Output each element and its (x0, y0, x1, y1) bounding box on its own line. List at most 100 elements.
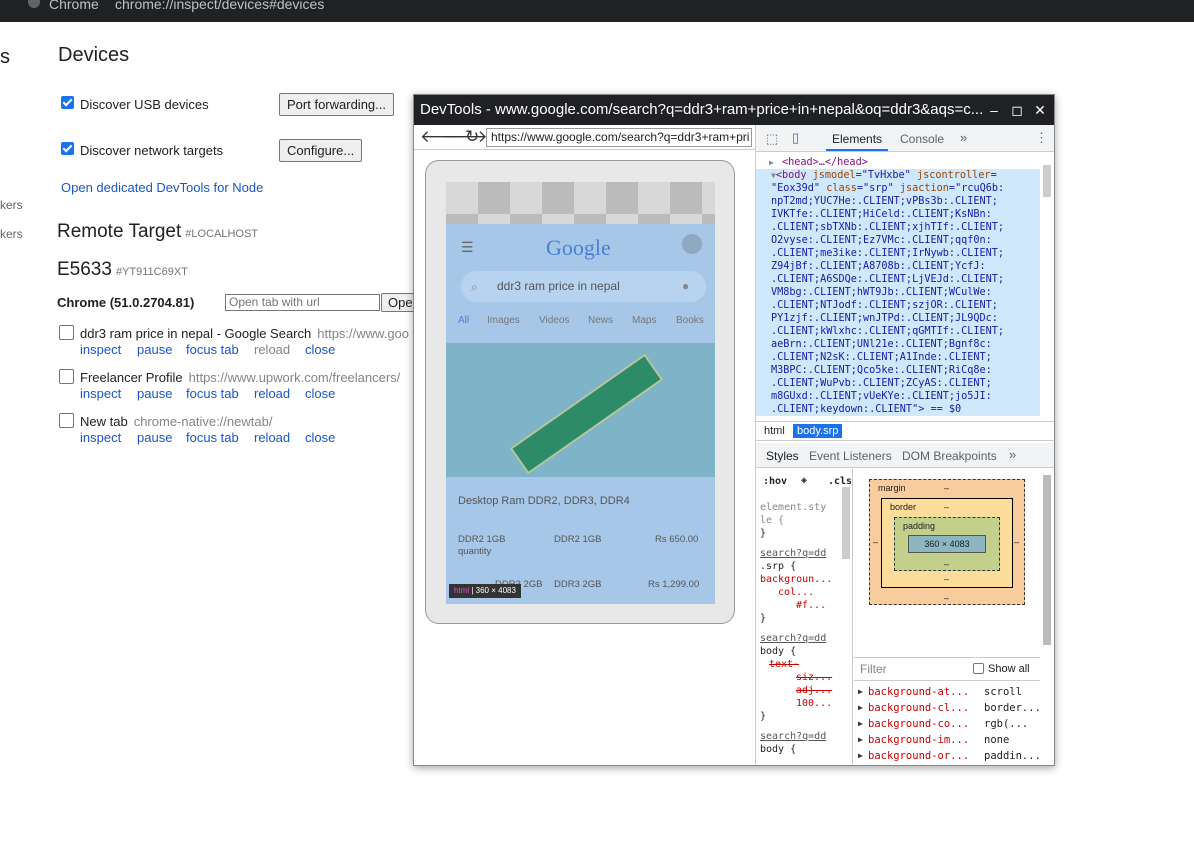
more-tabs-icon[interactable]: » (960, 130, 967, 145)
style-line: siz... (796, 672, 833, 683)
show-all-checkbox[interactable] (973, 663, 984, 674)
tab-event-listeners[interactable]: Event Listeners (809, 449, 892, 463)
computed-styles[interactable]: ▶ background-at... scroll ▶ background-cl...… (854, 682, 1041, 765)
box-model: margin – – – – border – – padding – 360 … (854, 469, 1040, 657)
dom-line: .CLIENT;kWlxhc:.CLIENT;qGMTIf:.CLIENT; (771, 326, 1005, 337)
expand-icon[interactable]: ▶ (858, 700, 863, 716)
remote-target-title: Remote Target (57, 221, 182, 242)
tab-styles[interactable]: Styles (766, 449, 799, 463)
kebab-menu-icon[interactable]: ⋮ (1035, 130, 1048, 146)
box-border-label: border (890, 502, 917, 512)
dom-attr-value: "TvHxbe" (861, 170, 911, 181)
reload-link[interactable]: reload (254, 342, 290, 357)
port-forwarding-button[interactable]: Port forwarding... (279, 93, 394, 116)
discover-network-checkbox[interactable] (61, 142, 74, 155)
computed-property: background-im... (868, 734, 970, 746)
inspect-link[interactable]: inspect (80, 386, 121, 401)
mobile-tab-images: Images (487, 315, 520, 326)
tab-dom-breakpoints[interactable]: DOM Breakpoints (902, 449, 997, 463)
expand-icon[interactable]: ▶ (858, 732, 863, 748)
dom-attr: jscontroller (916, 170, 991, 181)
hov-toggle[interactable]: :hov (763, 475, 787, 488)
pause-link[interactable]: pause (137, 342, 172, 357)
remote-target-heading: Remote Target #LOCALHOST (57, 221, 258, 243)
style-line: body { (760, 744, 797, 755)
maximize-icon[interactable]: ◻ (1006, 95, 1028, 125)
inspect-element-icon[interactable]: ⬚ (766, 131, 778, 147)
devtools-title: DevTools - www.google.com/search?q=ddr3+… (420, 101, 984, 118)
device-screen[interactable]: ☰ Google ddr3 ram price in nepal ⌕ ● All… (446, 182, 715, 604)
list-item: Freelancer Profile https://www.upwork.com… (80, 370, 400, 385)
sidebar-cut-label[interactable]: kers (0, 198, 23, 212)
devtools-panel: ⬚ ▯ Elements Console » ⋮ ▶ <head>…</head… (755, 125, 1054, 765)
computed-value: border... (984, 702, 1041, 714)
crumb-html[interactable]: html (760, 424, 789, 438)
computed-filter-input[interactable]: Filter Show all (854, 657, 1040, 681)
minimize-icon[interactable]: – (983, 95, 1005, 125)
computed-scrollbar[interactable] (1043, 475, 1051, 645)
pause-link[interactable]: pause (137, 386, 172, 401)
reload-link[interactable]: reload (254, 386, 290, 401)
dom-attr: jsaction (899, 183, 949, 194)
computed-property: background-cl... (868, 702, 970, 714)
focus-tab-link[interactable]: focus tab (186, 342, 239, 357)
style-line: col... (778, 587, 815, 598)
close-link[interactable]: close (305, 386, 335, 401)
breadcrumb: html body.srp (756, 421, 1054, 441)
devtools-window: DevTools - www.google.com/search?q=ddr3+… (413, 94, 1055, 766)
reload-icon[interactable]: ↻ (465, 128, 479, 146)
devtools-title-bar[interactable]: DevTools - www.google.com/search?q=ddr3+… (414, 95, 1054, 125)
screencast-url-input[interactable]: https://www.google.com/search?q=ddr3+ram… (486, 128, 752, 147)
dom-tree[interactable]: ▶ <head>…</head> ▼<body jsmodel="TvHxbe"… (756, 152, 1040, 420)
box-value: – (944, 574, 950, 584)
remote-host: #LOCALHOST (185, 228, 259, 240)
dom-node-selected[interactable]: ▼<body jsmodel="TvHxbe" jscontroller= "E… (756, 169, 1040, 416)
expand-icon[interactable]: ▶ (769, 158, 774, 167)
pause-link[interactable]: pause (137, 430, 172, 445)
dom-attr-value: "rcuQ6b: (955, 183, 1005, 194)
list-item: ddr3 ram price in nepal - Google Search h… (80, 326, 409, 341)
open-tab-url-input[interactable]: Open tab with url (225, 294, 380, 311)
table-cell: DDR2 1GB (458, 534, 506, 545)
style-line: } (760, 711, 767, 722)
dom-node[interactable]: ▶ <head>…</head> (756, 156, 1040, 169)
open-node-devtools-link[interactable]: Open dedicated DevTools for Node (61, 180, 263, 195)
box-value: – (944, 559, 950, 569)
element-state-icon[interactable]: ◈ (801, 474, 807, 487)
search-icon: ⌕ (471, 280, 478, 294)
dom-line: .CLIENT;A6SDQe:.CLIENT;LjVEJd:.CLIENT; (771, 274, 1005, 285)
device-name: E5633 (57, 259, 112, 280)
inspect-link[interactable]: inspect (80, 342, 121, 357)
styles-pane[interactable]: :hov ◈ .cls element.sty le {} search?q=dd.… (756, 469, 853, 765)
avatar (682, 234, 702, 254)
expand-icon[interactable]: ▶ (858, 748, 863, 764)
focus-tab-link[interactable]: focus tab (186, 430, 239, 445)
close-link[interactable]: close (305, 430, 335, 445)
configure-button[interactable]: Configure... (279, 139, 363, 162)
tab-console[interactable]: Console (900, 132, 944, 146)
tab-elements[interactable]: Elements (832, 132, 882, 146)
mobile-tab-videos: Videos (539, 315, 570, 326)
reload-link[interactable]: reload (254, 430, 290, 445)
style-line: body { (760, 646, 797, 657)
expand-icon[interactable]: ▶ (858, 684, 863, 700)
more-panels-icon[interactable]: » (1009, 447, 1016, 462)
box-padding-label: padding (903, 521, 936, 531)
app-name: Chrome (49, 0, 99, 12)
expand-icon[interactable]: ▶ (858, 716, 863, 732)
dom-line: IVKTfe:.CLIENT;HiCeld:.CLIENT;KsNBn: (771, 209, 992, 220)
dom-line: Z94jBf:.CLIENT;A8708b:.CLIENT;YcfJ: (771, 261, 986, 272)
dom-line: m8GUxd:.CLIENT;vUeKYe:.CLIENT;jo5JI: (771, 391, 992, 402)
page-icon (59, 325, 74, 340)
sidebar-cut-label[interactable]: kers (0, 227, 23, 241)
close-icon[interactable]: ✕ (1029, 95, 1051, 125)
dom-scrollbar[interactable] (1043, 165, 1051, 197)
focus-tab-link[interactable]: focus tab (186, 386, 239, 401)
close-link[interactable]: close (305, 342, 335, 357)
device-toolbar-icon[interactable]: ▯ (792, 130, 799, 146)
device-heading: E5633 #YT911C69XT (57, 259, 188, 281)
crumb-body[interactable]: body.srp (793, 424, 843, 438)
discover-usb-checkbox[interactable] (61, 96, 74, 109)
styles-scrollbar[interactable] (842, 487, 850, 559)
inspect-link[interactable]: inspect (80, 430, 121, 445)
